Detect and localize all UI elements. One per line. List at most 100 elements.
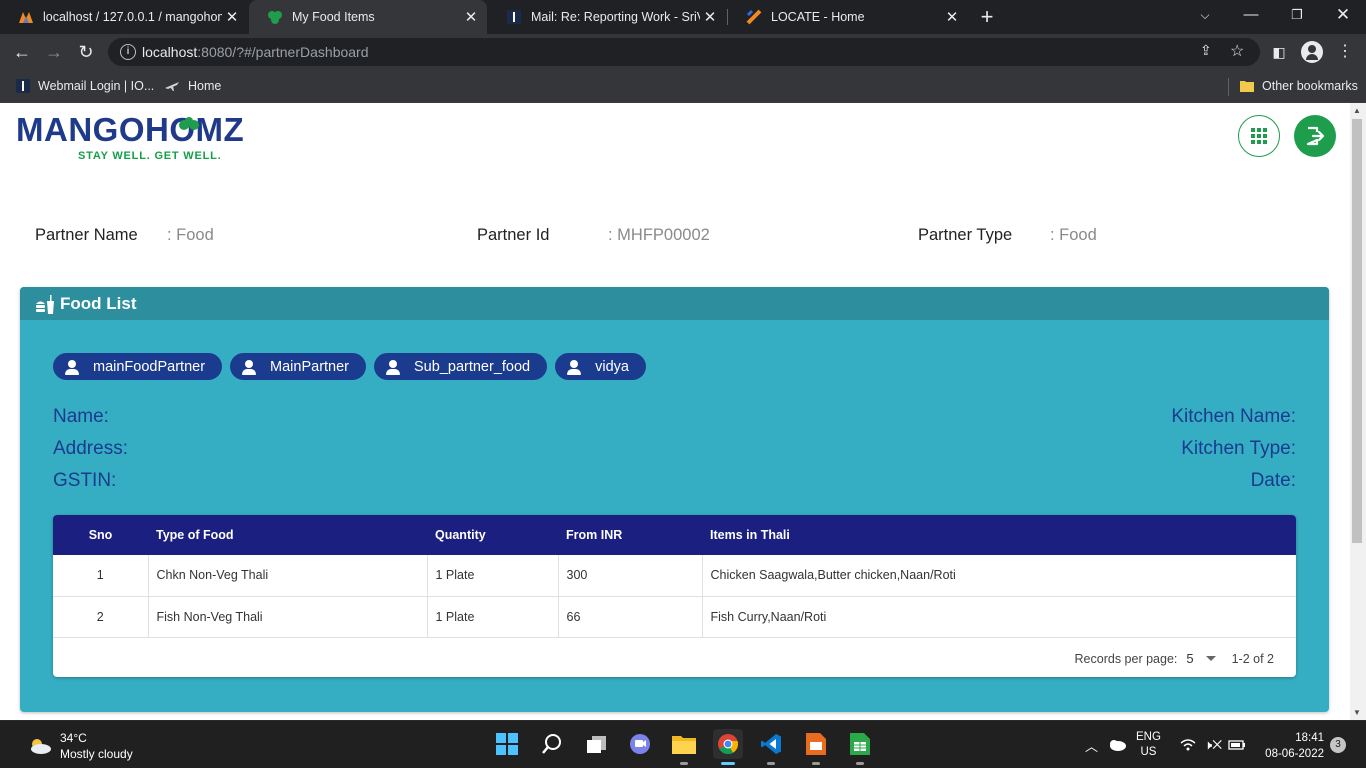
scrollbar-thumb[interactable] — [1352, 119, 1362, 543]
cell-quantity: 1 Plate — [427, 555, 559, 596]
tab-locate[interactable]: LOCATE - Home ✕ — [728, 0, 968, 34]
back-arrow-icon[interactable]: ← — [10, 40, 34, 64]
volume-muted-icon[interactable]: 🕨✕ — [1204, 721, 1222, 768]
partner-id-label: Partner Id — [477, 226, 550, 244]
chip-mainfoodpartner[interactable]: mainFoodPartner — [53, 353, 223, 380]
column-header-type-of-food[interactable]: Type of Food — [148, 515, 427, 555]
onedrive-cloud-icon[interactable] — [1108, 721, 1126, 768]
page-scrollbar[interactable]: ▲ ▼ — [1350, 103, 1366, 720]
windows-logo-icon — [496, 733, 518, 755]
restore-button[interactable]: ❐ — [1274, 0, 1320, 32]
bookmarks-separator — [1228, 78, 1229, 96]
bookmark-home[interactable]: Home — [164, 77, 221, 95]
folder-icon — [1240, 79, 1254, 93]
weather-temperature: 34°C — [60, 731, 87, 745]
notification-badge[interactable]: 3 — [1330, 737, 1346, 753]
task-view-icon — [587, 736, 606, 753]
reload-icon[interactable]: ↻ — [74, 40, 98, 64]
site-info-icon[interactable]: i — [120, 44, 136, 60]
person-icon — [567, 359, 582, 375]
minimize-button[interactable]: — — [1228, 0, 1274, 32]
url-text[interactable]: localhost:8080/?#/partnerDashboard — [142, 44, 369, 60]
column-header-sno[interactable]: Sno — [53, 515, 148, 555]
spreadsheet-app-button[interactable] — [845, 729, 875, 765]
battery-icon[interactable] — [1228, 721, 1246, 768]
table-row[interactable]: 1 Chkn Non-Veg Thali 1 Plate 300 Chicken… — [53, 555, 1296, 596]
close-tab-icon[interactable]: ✕ — [700, 8, 720, 26]
close-tab-icon[interactable]: ✕ — [942, 8, 962, 26]
scroll-down-arrow-icon[interactable]: ▼ — [1353, 708, 1361, 717]
wifi-icon[interactable] — [1180, 721, 1196, 768]
presentation-app-button[interactable] — [801, 729, 831, 765]
cell-items-in-thali: Chicken Saagwala,Butter chicken,Naan/Rot… — [710, 568, 956, 583]
cell-sno: 1 — [53, 555, 149, 596]
bookmark-webmail[interactable]: Webmail Login | IO... — [16, 77, 154, 95]
other-bookmarks[interactable]: Other bookmarks — [1240, 77, 1358, 95]
file-explorer-button[interactable] — [669, 729, 699, 765]
table-header-row: Sno Type of Food Quantity From INR Items… — [53, 515, 1296, 555]
chip-vidya[interactable]: vidya — [555, 353, 646, 380]
gstin-label: GSTIN: — [53, 470, 117, 491]
partner-id-value: : MHFP00002 — [608, 226, 710, 244]
close-tab-icon[interactable]: ✕ — [222, 8, 242, 26]
system-clock[interactable]: 18:41 08-06-2022 — [1252, 730, 1324, 762]
logout-button[interactable] — [1294, 115, 1336, 157]
task-view-button[interactable] — [582, 729, 612, 759]
forward-arrow-icon[interactable]: → — [42, 40, 66, 64]
clock-time: 18:41 — [1295, 732, 1324, 744]
webmail-icon — [16, 79, 30, 93]
kitchen-name-label: Kitchen Name: — [1171, 406, 1296, 427]
mail-icon — [506, 9, 522, 25]
side-panel-icon[interactable]: ◧ — [1267, 40, 1291, 64]
cell-type-of-food: Chkn Non-Veg Thali — [148, 555, 428, 596]
windows-taskbar: 34°C Mostly cloudy ︿ ENG US 🕨✕ 18:41 08-… — [0, 720, 1366, 768]
tab-title: Mail: Re: Reporting Work - SriVid — [531, 10, 700, 24]
weather-condition: Mostly cloudy — [60, 747, 133, 761]
chip-mainpartner[interactable]: MainPartner — [230, 353, 367, 380]
teams-chat-button[interactable] — [625, 729, 655, 759]
tab-search-chevron-icon[interactable]: ⌵ — [1182, 0, 1228, 32]
profile-avatar-icon[interactable] — [1301, 41, 1323, 63]
close-tab-icon[interactable]: ✕ — [461, 8, 481, 26]
menu-kebab-icon[interactable]: ⋮ — [1333, 40, 1357, 64]
cloud-sun-icon — [31, 739, 51, 754]
bookmark-star-icon[interactable]: ☆ — [1230, 41, 1244, 61]
address-bar[interactable]: i localhost:8080/?#/partnerDashboard ⇪ ☆ — [108, 38, 1260, 66]
person-icon — [386, 359, 401, 375]
chip-sub-partner-food[interactable]: Sub_partner_food — [374, 353, 548, 380]
new-tab-button[interactable]: + — [976, 4, 998, 30]
language-indicator[interactable]: ENG US — [1136, 721, 1161, 768]
name-label: Name: — [53, 406, 109, 427]
column-header-items-in-thali[interactable]: Items in Thali — [702, 515, 1296, 555]
mangohomz-logo[interactable]: MANGOHOMZ — [16, 111, 244, 149]
food-list-card: Food List mainFoodPartner MainPartner Su… — [20, 287, 1329, 712]
partner-type-value: : Food — [1050, 226, 1097, 244]
search-button[interactable] — [537, 729, 567, 759]
chevron-down-icon[interactable] — [1205, 656, 1216, 661]
food-items-table: Sno Type of Food Quantity From INR Items… — [53, 515, 1296, 677]
column-header-from-inr[interactable]: From INR — [558, 515, 702, 555]
person-icon — [242, 359, 257, 375]
tab-my-food-items[interactable]: My Food Items ✕ — [249, 0, 487, 34]
partner-name-value: : Food — [167, 226, 214, 244]
records-per-page-select[interactable]: 5 — [1186, 651, 1193, 666]
running-indicator — [767, 762, 775, 765]
weather-widget[interactable]: 34°C Mostly cloudy — [28, 730, 133, 762]
tab-title: localhost / 127.0.0.1 / mangohom — [43, 10, 222, 24]
tab-title: LOCATE - Home — [771, 10, 865, 24]
tab-phpmyadmin[interactable]: localhost / 127.0.0.1 / mangohom ✕ — [0, 0, 248, 34]
column-header-quantity[interactable]: Quantity — [427, 515, 558, 555]
start-button[interactable] — [492, 729, 522, 759]
close-window-button[interactable]: ✕ — [1320, 0, 1366, 32]
vscode-button[interactable] — [756, 729, 786, 765]
tab-mail[interactable]: Mail: Re: Reporting Work - SriVid ✕ — [488, 0, 726, 34]
logo-leaf-icon — [179, 117, 199, 130]
show-hidden-icons-chevron-icon[interactable]: ︿ — [1085, 721, 1098, 768]
apps-grid-button[interactable] — [1238, 115, 1280, 157]
fast-food-icon — [36, 294, 54, 314]
chrome-button[interactable] — [713, 729, 743, 765]
share-icon[interactable]: ⇪ — [1200, 42, 1212, 59]
grid-icon — [1251, 128, 1267, 144]
table-row[interactable]: 2 Fish Non-Veg Thali 1 Plate 66 Fish Cur… — [53, 596, 1296, 637]
scroll-up-arrow-icon[interactable]: ▲ — [1353, 106, 1361, 115]
